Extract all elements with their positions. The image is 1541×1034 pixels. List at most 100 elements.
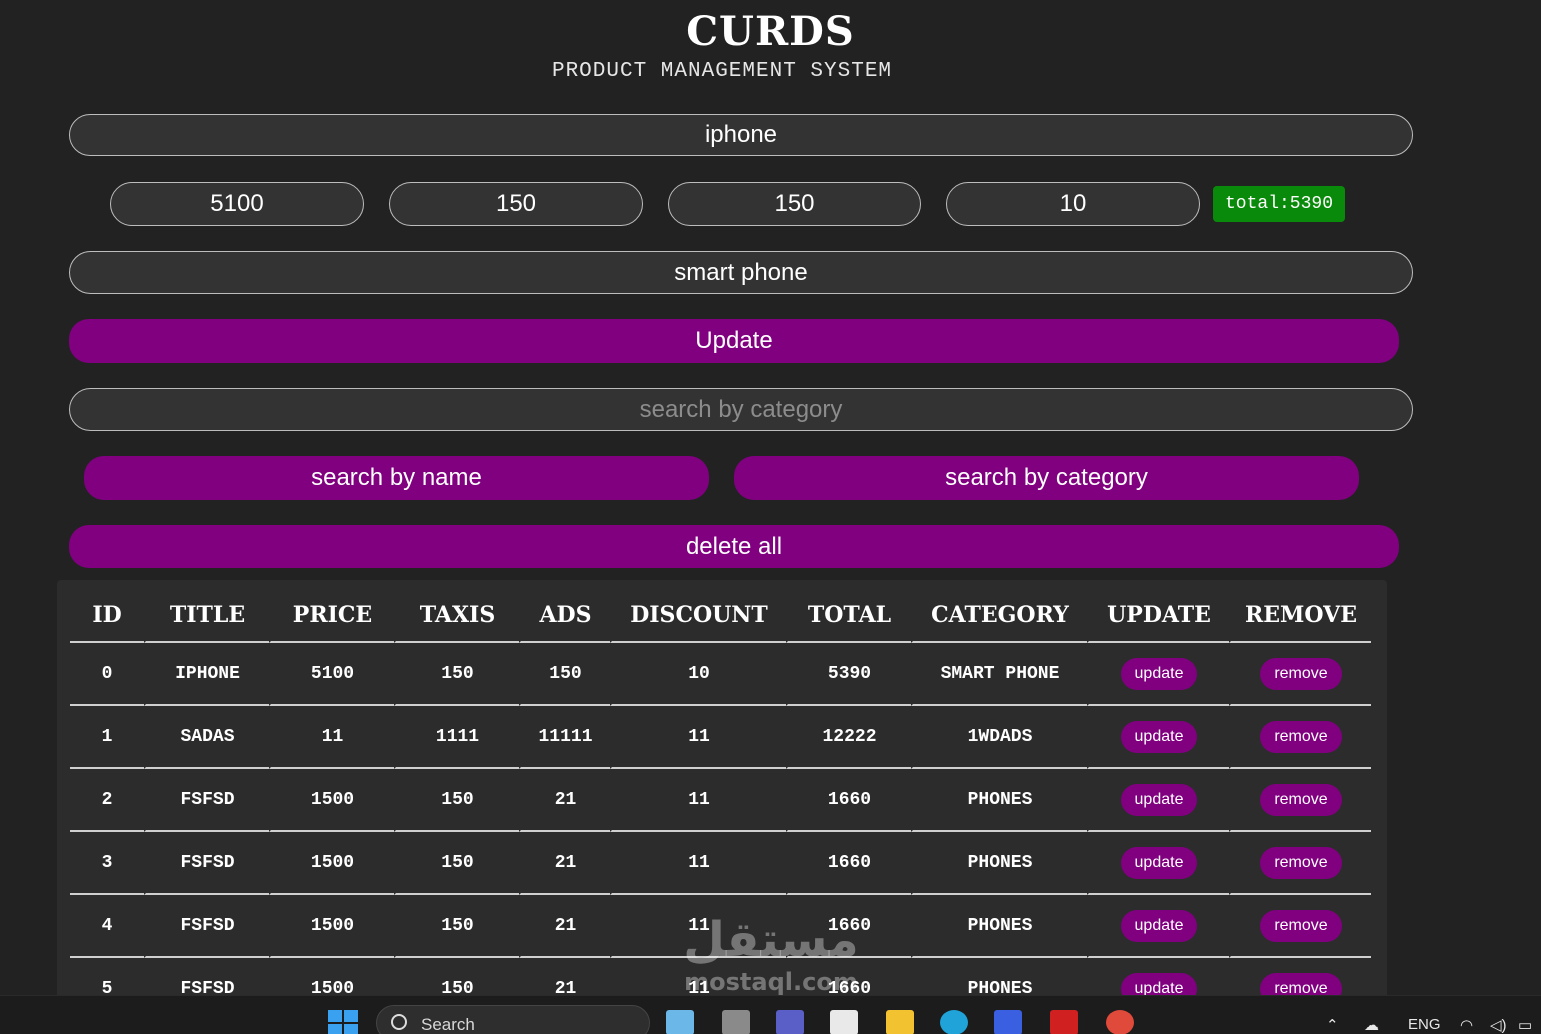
col-category: CATEGORY — [911, 588, 1087, 643]
row-update-button[interactable]: update — [1120, 846, 1198, 879]
widgets-icon[interactable] — [666, 1010, 694, 1034]
cell-taxes: 1111 — [394, 706, 519, 769]
volume-icon[interactable]: ◁) — [1490, 1016, 1507, 1034]
language-indicator[interactable]: ENG — [1408, 1016, 1441, 1033]
row-update-button[interactable]: update — [1120, 909, 1198, 942]
cloud-icon[interactable]: ☁ — [1364, 1016, 1379, 1034]
table-row: 0 IPHONE 5100 150 150 10 5390 SMART PHON… — [70, 643, 1371, 706]
chevron-up-icon[interactable]: ⌃ — [1326, 1016, 1339, 1034]
cell-category: PHONES — [911, 958, 1087, 1000]
cell-total: 1660 — [786, 958, 911, 1000]
cell-update: update — [1087, 958, 1229, 1000]
cell-title: FSFSD — [144, 895, 269, 958]
battery-icon[interactable]: ▭ — [1518, 1016, 1532, 1034]
teams-icon[interactable] — [776, 1010, 804, 1034]
wifi-icon[interactable]: ◠ — [1460, 1016, 1473, 1034]
table-row: 3 FSFSD 1500 150 21 11 1660 PHONES updat… — [70, 832, 1371, 895]
chrome-icon[interactable] — [1106, 1010, 1134, 1034]
table-row: 1 SADAS 11 1111 11111 11 12222 1WDADS up… — [70, 706, 1371, 769]
cell-remove: remove — [1229, 706, 1371, 769]
taskbar-search[interactable]: Search — [376, 1005, 650, 1034]
price-input[interactable] — [110, 182, 364, 226]
col-title: TITLE — [144, 588, 269, 643]
cell-total: 12222 — [786, 706, 911, 769]
cell-taxes: 150 — [394, 643, 519, 706]
search-by-category-button[interactable]: search by category — [734, 456, 1359, 500]
cell-remove: remove — [1229, 958, 1371, 1000]
cell-discount: 11 — [610, 832, 786, 895]
search-icon — [391, 1014, 407, 1030]
search-by-name-button[interactable]: search by name — [84, 456, 709, 500]
cell-category: PHONES — [911, 769, 1087, 832]
products-table: ID TITLE PRICE TAXIS ADS DISCOUNT TOTAL … — [70, 588, 1371, 1000]
update-submit-button[interactable]: Update — [69, 319, 1399, 363]
col-total: TOTAL — [786, 588, 911, 643]
col-taxes: TAXIS — [394, 588, 519, 643]
cell-ads: 21 — [519, 895, 610, 958]
cell-title: IPHONE — [144, 643, 269, 706]
ads-input[interactable] — [668, 182, 921, 226]
cell-title: SADAS — [144, 706, 269, 769]
cell-total: 5390 — [786, 643, 911, 706]
cell-id: 1 — [70, 706, 144, 769]
taskbar: Search ⌃ ☁ ENG ◠ ◁) ▭ — [0, 995, 1541, 1034]
row-update-button[interactable]: update — [1120, 783, 1198, 816]
cell-ads: 21 — [519, 832, 610, 895]
row-remove-button[interactable]: remove — [1260, 657, 1342, 690]
cell-category: 1WDADS — [911, 706, 1087, 769]
cell-update: update — [1087, 706, 1229, 769]
cell-id: 3 — [70, 832, 144, 895]
cell-ads: 21 — [519, 769, 610, 832]
search-input[interactable] — [69, 388, 1413, 431]
app-title: CURDS — [686, 8, 855, 55]
cell-id: 5 — [70, 958, 144, 1000]
cell-id: 4 — [70, 895, 144, 958]
col-ads: ADS — [519, 588, 610, 643]
delete-all-button[interactable]: delete all — [69, 525, 1399, 568]
store-icon[interactable] — [830, 1010, 858, 1034]
cell-taxes: 150 — [394, 769, 519, 832]
cell-title: FSFSD — [144, 832, 269, 895]
cell-update: update — [1087, 643, 1229, 706]
row-remove-button[interactable]: remove — [1260, 720, 1342, 753]
cell-total: 1660 — [786, 832, 911, 895]
row-remove-button[interactable]: remove — [1260, 783, 1342, 816]
app-subtitle: PRODUCT MANAGEMENT SYSTEM — [551, 60, 893, 83]
cell-discount: 11 — [610, 769, 786, 832]
cell-remove: remove — [1229, 832, 1371, 895]
cell-remove: remove — [1229, 643, 1371, 706]
row-remove-button[interactable]: remove — [1260, 909, 1342, 942]
windows-start-icon[interactable] — [328, 1010, 358, 1034]
cell-total: 1660 — [786, 895, 911, 958]
file-explorer-icon[interactable] — [886, 1010, 914, 1034]
cell-taxes: 150 — [394, 958, 519, 1000]
category-input[interactable] — [69, 251, 1413, 294]
cell-update: update — [1087, 895, 1229, 958]
cell-remove: remove — [1229, 769, 1371, 832]
cell-taxes: 150 — [394, 832, 519, 895]
edge-icon[interactable] — [940, 1010, 968, 1034]
task-view-icon[interactable] — [722, 1010, 750, 1034]
cell-price: 1500 — [269, 769, 394, 832]
vscode-icon[interactable] — [994, 1010, 1022, 1034]
cell-ads: 11111 — [519, 706, 610, 769]
discount-input[interactable] — [946, 182, 1200, 226]
col-update: UPDATE — [1087, 588, 1229, 643]
taxes-input[interactable] — [389, 182, 643, 226]
cell-category: PHONES — [911, 895, 1087, 958]
row-update-button[interactable]: update — [1120, 657, 1198, 690]
amd-icon[interactable] — [1050, 1010, 1078, 1034]
title-input[interactable] — [69, 114, 1413, 156]
cell-ads: 21 — [519, 958, 610, 1000]
cell-title: FSFSD — [144, 769, 269, 832]
total-badge: total:5390 — [1213, 186, 1345, 222]
cell-title: FSFSD — [144, 958, 269, 1000]
row-update-button[interactable]: update — [1120, 720, 1198, 753]
cell-ads: 150 — [519, 643, 610, 706]
row-remove-button[interactable]: remove — [1260, 846, 1342, 879]
cell-discount: 11 — [610, 895, 786, 958]
cell-category: PHONES — [911, 832, 1087, 895]
cell-discount: 11 — [610, 958, 786, 1000]
cell-discount: 10 — [610, 643, 786, 706]
cell-id: 2 — [70, 769, 144, 832]
